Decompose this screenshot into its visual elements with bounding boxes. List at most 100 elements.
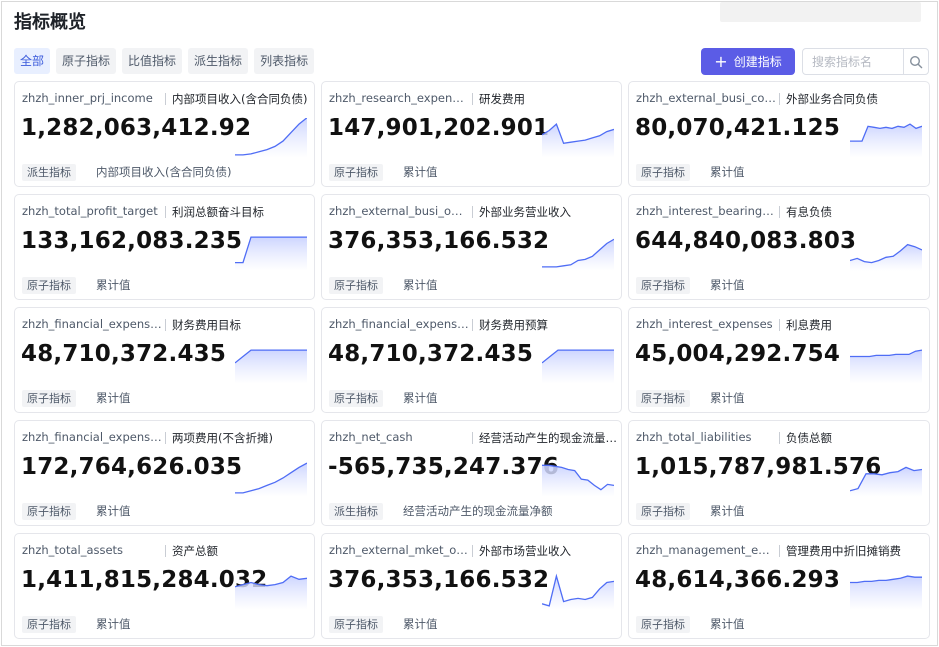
metric-description: 累计值 [96, 278, 131, 292]
metric-type-tag: 原子指标 [636, 616, 690, 633]
search-icon [909, 55, 923, 68]
metric-name: 负债总额 [786, 431, 832, 445]
trend-sparkline [235, 349, 307, 384]
metric-name: 外部业务合同负债 [786, 92, 878, 106]
sparkline-area [235, 576, 307, 610]
metric-card[interactable]: zhzh_research_expenses 研发费用 147,901,202.90… [321, 81, 622, 187]
app-frame: 指标概览 全部 原子指标 比值指标 派生指标 列表指标 + 创建指标 zhzh_… [1, 1, 938, 646]
metric-code: zhzh_financial_expenses_budget [329, 317, 469, 331]
metric-code: zhzh_research_expenses [329, 91, 469, 105]
metric-card[interactable]: zhzh_inner_prj_income 内部项目收入(含合同负债) 1,282,… [14, 81, 315, 187]
metric-value: 376,353,166.532 [328, 228, 550, 254]
metric-card[interactable]: zhzh_total_liabilities 负债总额 1,015,787,981.… [628, 420, 930, 526]
metric-type-tag: 原子指标 [329, 390, 383, 407]
metric-name: 内部项目收入(含合同负债) [172, 92, 308, 106]
metric-card[interactable]: zhzh_interest_expenses 利息费用 45,004,292.754… [628, 307, 930, 413]
metric-description: 累计值 [96, 504, 131, 518]
metric-code: zhzh_external_busi_contract [636, 91, 776, 105]
create-metric-button[interactable]: + 创建指标 [701, 48, 795, 75]
metric-description: 内部项目收入(含合同负债) [96, 165, 232, 179]
sparkline-area [542, 239, 614, 271]
divider [165, 545, 166, 557]
metric-code: zhzh_financial_expenses_two [22, 430, 162, 444]
metric-value: 172,764,626.035 [21, 454, 243, 480]
divider [472, 545, 473, 557]
divider [472, 432, 473, 444]
metric-card[interactable]: zhzh_financial_expenses_target 财务费用目标 48,7… [14, 307, 315, 413]
trend-sparkline [542, 122, 614, 158]
divider [779, 206, 780, 218]
filter-chip-atomic[interactable]: 原子指标 [56, 48, 117, 74]
metric-code: zhzh_external_busi_operating [329, 204, 469, 218]
sparkline-area [542, 350, 614, 384]
trend-sparkline [542, 349, 614, 384]
search-button[interactable] [903, 49, 928, 74]
trend-sparkline [235, 575, 307, 610]
divider [779, 93, 780, 105]
metric-name: 外部市场营业收入 [479, 544, 571, 558]
trend-sparkline [850, 243, 922, 271]
metric-card[interactable]: zhzh_financial_expenses_budget 财务费用预算 48,7… [321, 307, 622, 413]
metric-code: zhzh_total_assets [22, 543, 124, 557]
filter-chip-all[interactable]: 全部 [14, 48, 51, 74]
metric-code: zhzh_external_mket_operating [329, 543, 469, 557]
metric-description: 累计值 [403, 165, 438, 179]
filter-tabs: 全部 原子指标 比值指标 派生指标 列表指标 [14, 48, 315, 74]
sparkline-area [542, 465, 614, 497]
metric-type-tag: 原子指标 [22, 616, 76, 633]
header-blurred-area [720, 2, 921, 22]
divider [165, 319, 166, 331]
metric-type-tag: 原子指标 [329, 277, 383, 294]
trend-sparkline [850, 466, 922, 497]
metric-name: 研发费用 [479, 92, 525, 106]
metric-description: 累计值 [403, 617, 438, 631]
metric-card[interactable]: zhzh_interest_bearing_liabilities 有息负债 644… [628, 194, 930, 300]
trend-sparkline [542, 573, 614, 610]
metric-card[interactable]: zhzh_external_busi_contract 外部业务合同负债 80,07… [628, 81, 930, 187]
metric-card[interactable]: zhzh_total_assets 资产总额 1,411,815,284.032 原子… [14, 533, 315, 639]
metric-name: 经营活动产生的现金流量净额 [479, 431, 619, 445]
metric-description: 累计值 [96, 617, 131, 631]
metric-name: 财务费用预算 [479, 318, 548, 332]
metric-name: 外部业务营业收入 [479, 205, 571, 219]
divider [779, 545, 780, 557]
search-input[interactable] [803, 49, 903, 74]
metric-value: 48,710,372.435 [21, 341, 227, 367]
metric-card[interactable]: zhzh_net_cash 经营活动产生的现金流量净额 -565,735,247.3… [321, 420, 622, 526]
metric-value: 45,004,292.754 [635, 341, 841, 367]
divider [165, 93, 166, 105]
trend-sparkline [850, 349, 922, 384]
metric-code: zhzh_total_profit_target [22, 204, 158, 218]
sparkline-area [850, 576, 922, 610]
metric-description: 累计值 [710, 391, 745, 405]
metric-card[interactable]: zhzh_external_mket_operating 外部市场营业收入 376,… [321, 533, 622, 639]
metric-value: 80,070,421.125 [635, 115, 841, 141]
metric-card[interactable]: zhzh_management_expenses 管理费用中折旧摊销费 48,614… [628, 533, 930, 639]
metric-name: 财务费用目标 [172, 318, 241, 332]
metric-type-tag: 原子指标 [22, 390, 76, 407]
metric-name: 利息费用 [786, 318, 832, 332]
metric-description: 累计值 [403, 278, 438, 292]
divider [779, 432, 780, 444]
metric-code: zhzh_interest_expenses [636, 317, 773, 331]
filter-chip-ratio[interactable]: 比值指标 [122, 48, 183, 74]
metric-name: 有息负债 [786, 205, 832, 219]
filter-chip-list[interactable]: 列表指标 [254, 48, 315, 74]
trend-sparkline [235, 236, 307, 271]
filter-chip-derived[interactable]: 派生指标 [188, 48, 249, 74]
trend-sparkline [850, 575, 922, 610]
divider [472, 206, 473, 218]
metric-card[interactable]: zhzh_total_profit_target 利润总额奋斗目标 133,162,… [14, 194, 315, 300]
metric-name: 两项费用(不含折摊) [172, 431, 273, 445]
metric-description: 累计值 [403, 391, 438, 405]
metric-code: zhzh_inner_prj_income [22, 91, 153, 105]
metric-card[interactable]: zhzh_external_busi_operating 外部业务营业收入 376,… [321, 194, 622, 300]
metric-card[interactable]: zhzh_financial_expenses_two 两项费用(不含折摊) 172… [14, 420, 315, 526]
metric-type-tag: 原子指标 [22, 503, 76, 520]
metric-description: 累计值 [710, 278, 745, 292]
metric-value: -565,735,247.376 [328, 454, 559, 480]
metric-type-tag: 原子指标 [329, 164, 383, 181]
divider [472, 93, 473, 105]
trend-sparkline [850, 123, 922, 158]
metric-value: 1,015,787,981.576 [635, 454, 882, 480]
